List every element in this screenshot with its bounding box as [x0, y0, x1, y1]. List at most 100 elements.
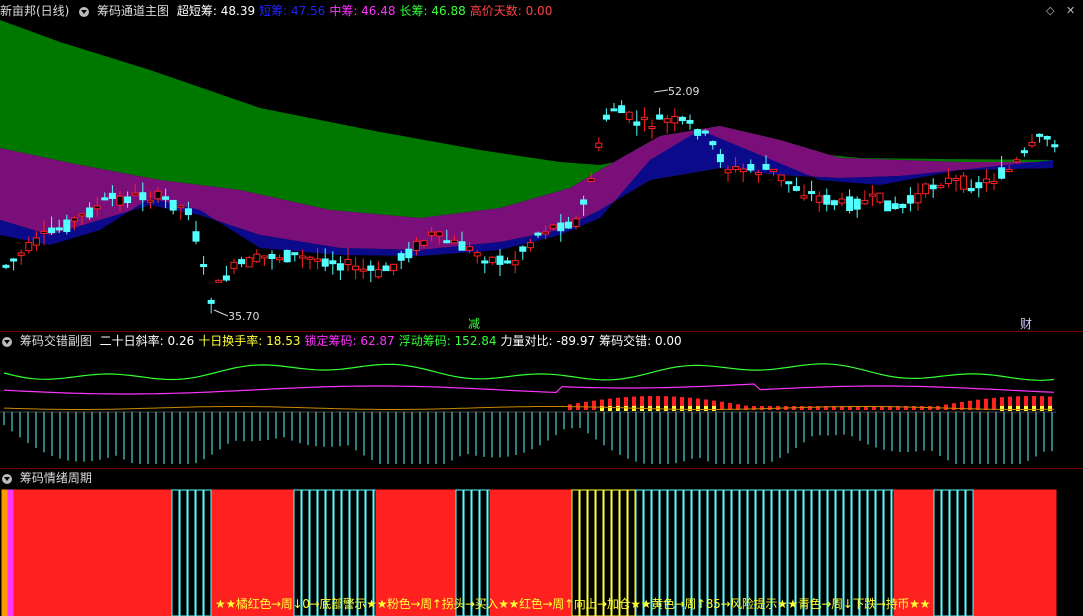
candle [800, 184, 808, 201]
candle [222, 265, 230, 282]
candle [1020, 147, 1028, 157]
turnover-bar-highlight [1016, 406, 1020, 411]
cycle-bar [1037, 489, 1046, 616]
candle [625, 111, 633, 124]
candle [2, 263, 10, 270]
main-indicator-name[interactable]: 筹码通道主图 [97, 4, 169, 18]
candle [686, 114, 694, 130]
candle [633, 110, 641, 136]
cycle-bar [187, 489, 196, 616]
cycle-bar [1045, 489, 1054, 616]
cycle-bar [933, 489, 942, 616]
sub-field: 筹码交错: 0.00 [599, 334, 682, 348]
candle [998, 155, 1006, 180]
close-icon[interactable]: ✕ [1066, 4, 1075, 17]
low-price-label: 35.70 [228, 310, 260, 323]
cycle-bar [1021, 489, 1030, 616]
cycle-bar [941, 489, 950, 616]
app-title: 新亩邦(日线) [0, 4, 70, 18]
turnover-bar [920, 406, 924, 410]
cycle-bar [21, 489, 30, 616]
sub-field: 锁定筹码: 62.87 [304, 334, 395, 348]
candle [656, 107, 664, 120]
candle [17, 249, 25, 265]
candle [291, 252, 299, 262]
cycle-bar [7, 489, 15, 616]
turnover-bar [984, 398, 988, 410]
cycle-bar [973, 489, 982, 616]
candle [982, 169, 990, 192]
dropdown-icon[interactable] [2, 473, 12, 484]
cycle-bar [133, 489, 142, 616]
candle [382, 262, 390, 272]
turnover-bar [568, 404, 572, 410]
turnover-bar-highlight [712, 406, 716, 411]
cycle-indicator-name[interactable]: 筹码情绪周期 [20, 471, 92, 485]
cycle-bar [69, 489, 78, 616]
event-marker-cai: 财 [1020, 317, 1032, 331]
candle [610, 102, 618, 112]
turnover-bar-highlight [672, 406, 676, 411]
candle [192, 220, 200, 245]
candle [868, 185, 876, 207]
candle [1043, 135, 1051, 147]
main-field: 短筹: 47.56 [259, 4, 326, 18]
main-field: 长筹: 46.88 [399, 4, 466, 18]
cycle-bar [61, 489, 70, 616]
turnover-bar [808, 406, 812, 410]
candle [952, 174, 960, 192]
cycle-bar [195, 489, 204, 616]
candle [671, 108, 679, 132]
turnover-bar-highlight [704, 406, 708, 411]
dropdown-icon[interactable] [79, 6, 90, 17]
candle [238, 256, 246, 268]
dropdown-icon[interactable] [2, 336, 12, 347]
high-price-label: 52.09 [668, 85, 700, 98]
sub-field: 力量对比: -89.97 [500, 334, 596, 348]
candle [830, 199, 838, 211]
candle [792, 177, 800, 192]
turnover-bar-highlight [624, 406, 628, 411]
cycle-bar [989, 489, 998, 616]
candle [1028, 134, 1036, 148]
candle [846, 189, 854, 214]
candle [914, 183, 922, 211]
cycle-bar [125, 489, 134, 616]
cycle-header: 筹码情绪周期 [0, 469, 96, 487]
turnover-bar-highlight [1000, 406, 1004, 411]
candle [640, 107, 648, 132]
candle [967, 179, 975, 194]
candle [177, 204, 185, 220]
main-chart[interactable]: 52.09 35.70 减 财 [0, 20, 1083, 332]
cycle-bar [203, 489, 212, 616]
event-marker-jian: 减 [468, 317, 480, 331]
candle [473, 249, 481, 264]
sub-indicator-name[interactable]: 筹码交错副图 [20, 334, 92, 348]
turnover-bar-highlight [1032, 406, 1036, 411]
cycle-bar [29, 489, 38, 616]
candle [519, 245, 527, 260]
sub-chart[interactable] [0, 350, 1083, 468]
candle [504, 257, 512, 264]
diamond-icon[interactable]: ◇ [1046, 4, 1054, 17]
cycle-bar [957, 489, 966, 616]
turnover-bar-highlight [616, 406, 620, 411]
candle [937, 182, 945, 189]
candle [823, 188, 831, 212]
candle [785, 181, 793, 193]
candle [960, 172, 968, 194]
main-field: 中筹: 46.48 [329, 4, 396, 18]
low-price-pointer [213, 309, 229, 317]
cycle-legend: ★★橘红色→周↓0→底部警示★★粉色→周↑拐头→买入★★红色→周↑向上→加仓★★… [215, 597, 931, 611]
float-chip-line [3, 363, 1055, 381]
candle [390, 263, 398, 276]
cycle-bar [165, 489, 173, 616]
candle [397, 250, 405, 270]
candle [169, 199, 177, 215]
cycle-bar [997, 489, 1006, 616]
candle [648, 119, 656, 139]
turnover-bar [760, 406, 764, 410]
candle [899, 203, 907, 214]
cycle-bar [77, 489, 86, 616]
candle [496, 249, 504, 276]
